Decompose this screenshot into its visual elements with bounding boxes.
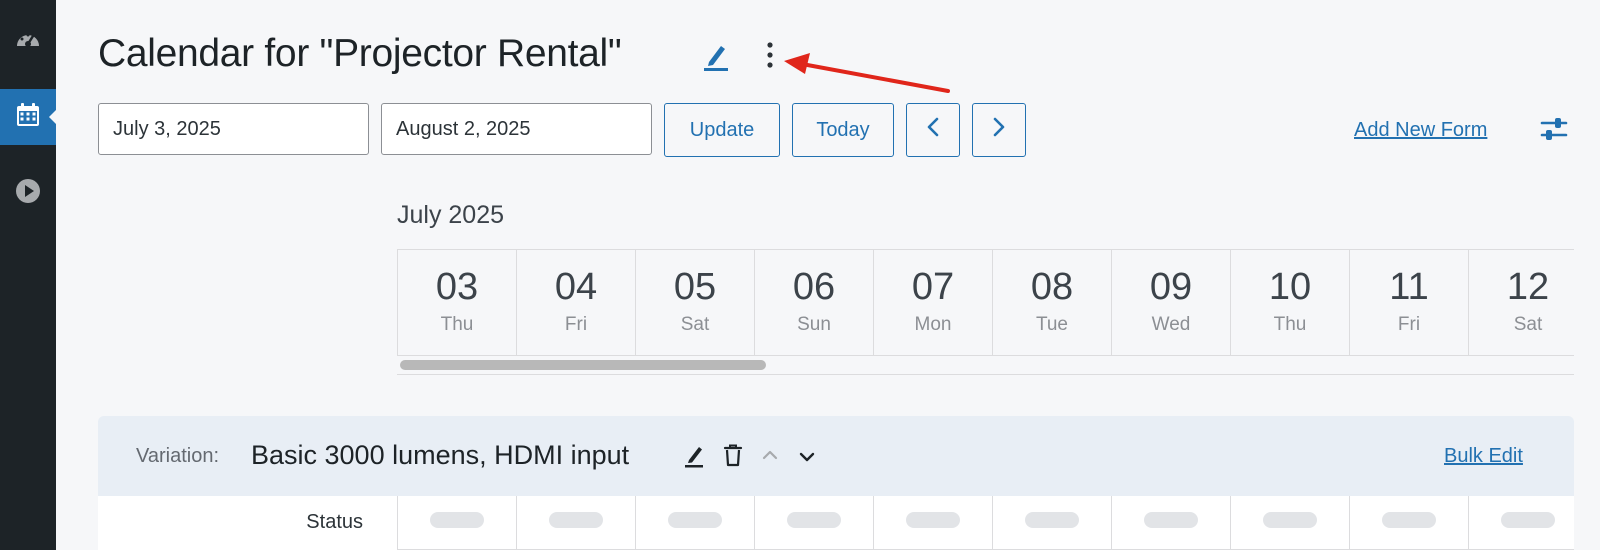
sidebar-item-dashboard[interactable] (0, 14, 56, 70)
availability-grid: Status (98, 496, 1574, 550)
chevron-left-icon (925, 116, 941, 144)
status-cell[interactable] (1111, 496, 1230, 550)
day-number: 06 (792, 266, 836, 308)
day-name: Sun (797, 314, 831, 335)
status-cell[interactable] (754, 496, 873, 550)
status-cell[interactable] (516, 496, 635, 550)
bulk-edit-link[interactable]: Bulk Edit (1444, 445, 1523, 468)
day-name: Thu (440, 314, 474, 335)
calendar-icon (14, 101, 42, 134)
day-header-row: 03 Thu 04 Fri 05 Sat 06 Sun 07 Mon 08 Tue 09 We… (397, 249, 1574, 356)
status-placeholder (1382, 512, 1436, 528)
update-button[interactable]: Update (664, 103, 780, 157)
scrollbar-thumb[interactable] (400, 360, 766, 370)
today-button[interactable]: Today (792, 103, 894, 157)
status-cell[interactable] (1230, 496, 1349, 550)
day-column-header: 06 Sun (754, 250, 873, 355)
status-row-label: Status (306, 511, 363, 533)
day-column-header: 07 Mon (873, 250, 992, 355)
chevron-down-icon (798, 450, 816, 469)
day-number: 12 (1506, 266, 1550, 308)
page-title: Calendar for "Projector Rental" (98, 32, 622, 75)
next-button[interactable] (972, 103, 1026, 157)
sidebar-item-calendar[interactable] (0, 89, 57, 145)
admin-sidebar (0, 0, 57, 550)
edit-title-button[interactable] (700, 40, 732, 76)
settings-button[interactable] (1538, 116, 1570, 146)
status-placeholder (668, 512, 722, 528)
variation-label: Variation: (136, 445, 220, 467)
chevron-up-icon (761, 448, 779, 467)
day-name: Sat (680, 314, 710, 335)
status-placeholder (430, 512, 484, 528)
pencil-icon (701, 40, 731, 77)
move-up-button[interactable] (758, 444, 782, 470)
status-cell[interactable] (1468, 496, 1574, 550)
day-column-header: 09 Wed (1111, 250, 1230, 355)
start-date-field[interactable] (98, 103, 369, 155)
day-name: Fri (564, 314, 588, 335)
status-placeholder (1501, 512, 1555, 528)
edit-variation-button[interactable] (682, 442, 708, 472)
day-column-header: 10 Thu (1230, 250, 1349, 355)
status-cell[interactable] (873, 496, 992, 550)
day-column-header: 03 Thu (397, 250, 516, 355)
day-name: Tue (1035, 314, 1069, 335)
month-label: July 2025 (397, 201, 505, 229)
status-placeholder (787, 512, 841, 528)
chevron-right-icon (991, 116, 1007, 144)
variation-header: Variation: Basic 3000 lumens, HDMI input… (98, 416, 1574, 496)
day-name: Mon (914, 314, 952, 335)
day-number: 11 (1389, 266, 1429, 308)
delete-variation-button[interactable] (720, 442, 746, 472)
day-number: 08 (1030, 266, 1074, 308)
day-number: 04 (554, 266, 598, 308)
day-column-header: 04 Fri (516, 250, 635, 355)
day-number: 03 (435, 266, 479, 308)
status-cell[interactable] (397, 496, 516, 550)
status-row (397, 496, 1574, 550)
day-name: Thu (1273, 314, 1307, 335)
sidebar-item-media[interactable] (0, 165, 56, 221)
day-column-header: 11 Fri (1349, 250, 1468, 355)
pencil-icon (683, 442, 707, 473)
day-number: 10 (1268, 266, 1312, 308)
previous-button[interactable] (906, 103, 960, 157)
end-date-field[interactable] (381, 103, 652, 155)
add-new-form-link[interactable]: Add New Form (1354, 119, 1487, 142)
status-placeholder (906, 512, 960, 528)
kebab-menu-icon (766, 40, 774, 75)
day-name: Wed (1151, 314, 1191, 335)
day-column-header: 05 Sat (635, 250, 754, 355)
day-number: 07 (911, 266, 955, 308)
status-cell[interactable] (992, 496, 1111, 550)
day-name: Fri (1397, 314, 1421, 335)
trash-icon (722, 442, 744, 473)
play-circle-icon (14, 177, 42, 210)
day-column-header: 08 Tue (992, 250, 1111, 355)
status-cell[interactable] (1349, 496, 1468, 550)
variation-title: Basic 3000 lumens, HDMI input (251, 440, 630, 470)
status-placeholder (1025, 512, 1079, 528)
status-cell[interactable] (635, 496, 754, 550)
day-number: 05 (673, 266, 717, 308)
day-name: Sat (1513, 314, 1543, 335)
status-placeholder (1263, 512, 1317, 528)
horizontal-scrollbar[interactable] (397, 354, 1574, 375)
status-placeholder (549, 512, 603, 528)
more-options-button[interactable] (758, 38, 782, 76)
move-down-button[interactable] (795, 446, 819, 472)
day-column-header: 12 Sat (1468, 250, 1574, 355)
annotation-arrow (780, 48, 955, 103)
day-number: 09 (1149, 266, 1193, 308)
dashboard-gauge-icon (14, 26, 42, 59)
status-placeholder (1144, 512, 1198, 528)
sliders-icon (1540, 116, 1568, 147)
